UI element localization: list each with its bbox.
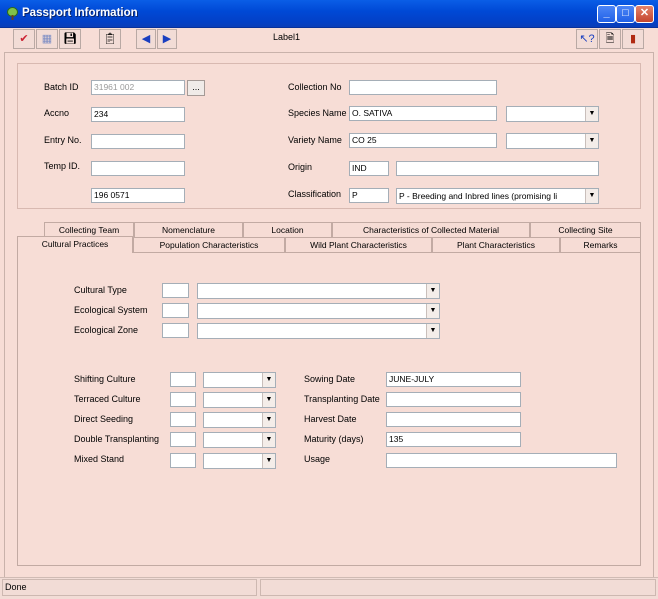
shifting-culture-code[interactable] bbox=[170, 372, 196, 387]
ecological-zone-label: Ecological Zone bbox=[74, 325, 139, 335]
shifting-culture-select[interactable]: ▼ bbox=[203, 372, 276, 388]
entry-no-input[interactable] bbox=[91, 134, 185, 149]
classification-code-input[interactable]: P bbox=[349, 188, 389, 203]
terraced-culture-label: Terraced Culture bbox=[74, 394, 141, 404]
chevron-down-icon[interactable]: ▼ bbox=[585, 134, 598, 148]
double-transplanting-label: Double Transplanting bbox=[74, 434, 160, 444]
ecological-zone-select[interactable]: ▼ bbox=[197, 323, 440, 339]
tab-remarks[interactable]: Remarks bbox=[560, 237, 641, 252]
chevron-down-icon[interactable]: ▼ bbox=[262, 413, 275, 427]
chevron-down-icon[interactable]: ▼ bbox=[262, 454, 275, 468]
usage-label: Usage bbox=[304, 454, 331, 464]
species-select[interactable]: ▼ bbox=[506, 106, 599, 122]
next-arrow-icon[interactable]: ▶ bbox=[157, 29, 177, 49]
document-icon[interactable]: 🗎︎ bbox=[599, 29, 621, 49]
variety-select[interactable]: ▼ bbox=[506, 133, 599, 149]
tab-wild-plant-characteristics[interactable]: Wild Plant Characteristics bbox=[285, 237, 432, 252]
batch-id-label: Batch ID bbox=[44, 82, 79, 92]
ecological-zone-code[interactable] bbox=[162, 323, 189, 338]
help-pointer-icon[interactable]: ↖? bbox=[576, 29, 598, 49]
mixed-stand-label: Mixed Stand bbox=[74, 454, 125, 464]
cultural-type-code[interactable] bbox=[162, 283, 189, 298]
variety-name-label: Variety Name bbox=[288, 135, 342, 145]
entry-no-label: Entry No. bbox=[44, 135, 82, 145]
status-text: Done bbox=[2, 579, 257, 596]
chevron-down-icon[interactable]: ▼ bbox=[585, 107, 598, 121]
double-transplanting-select[interactable]: ▼ bbox=[203, 432, 276, 448]
classification-select[interactable]: P - Breeding and Inbred lines (promising… bbox=[396, 188, 599, 204]
harvest-date-input[interactable] bbox=[386, 412, 521, 427]
chevron-down-icon[interactable]: ▼ bbox=[262, 393, 275, 407]
chevron-down-icon[interactable]: ▼ bbox=[585, 189, 598, 203]
variety-name-input[interactable]: CO 25 bbox=[349, 133, 497, 148]
usage-input[interactable] bbox=[386, 453, 617, 468]
check-icon[interactable]: ✔ bbox=[13, 29, 35, 49]
species-name-label: Species Name bbox=[288, 108, 347, 118]
exit-door-icon[interactable]: ▮ bbox=[622, 29, 644, 49]
direct-seeding-label: Direct Seeding bbox=[74, 414, 134, 424]
origin-name-input[interactable] bbox=[396, 161, 599, 176]
batch-browse-button[interactable]: ... bbox=[187, 80, 205, 96]
direct-seeding-code[interactable] bbox=[170, 412, 196, 427]
chevron-down-icon[interactable]: ▼ bbox=[262, 373, 275, 387]
tab-plant-characteristics[interactable]: Plant Characteristics bbox=[432, 237, 560, 252]
save-icon[interactable]: 💾︎ bbox=[59, 29, 81, 49]
prev-arrow-icon[interactable]: ◀ bbox=[136, 29, 156, 49]
minimize-button[interactable]: _ bbox=[597, 5, 616, 23]
transplanting-date-input[interactable] bbox=[386, 392, 521, 407]
toolbar-label: Label1 bbox=[273, 32, 301, 42]
sowing-date-label: Sowing Date bbox=[304, 374, 356, 384]
grid-icon[interactable]: ▦ bbox=[36, 29, 58, 49]
direct-seeding-select[interactable]: ▼ bbox=[203, 412, 276, 428]
shifting-culture-label: Shifting Culture bbox=[74, 374, 136, 384]
classification-label: Classification bbox=[288, 189, 342, 199]
extra-id-input[interactable]: 196 0571 bbox=[91, 188, 185, 203]
species-name-input[interactable]: O. SATIVA bbox=[349, 106, 497, 121]
maturity-days-input[interactable]: 135 bbox=[386, 432, 521, 447]
origin-label: Origin bbox=[288, 162, 313, 172]
maturity-days-label: Maturity (days) bbox=[304, 434, 364, 444]
ecological-system-select[interactable]: ▼ bbox=[197, 303, 440, 319]
terraced-culture-select[interactable]: ▼ bbox=[203, 392, 276, 408]
accno-input[interactable]: 234 bbox=[91, 107, 185, 122]
tab-collecting-team[interactable]: Collecting Team bbox=[44, 222, 134, 237]
tab-cultural-practices[interactable]: Cultural Practices bbox=[17, 236, 133, 253]
chevron-down-icon[interactable]: ▼ bbox=[426, 304, 439, 318]
window-title: Passport Information bbox=[22, 7, 138, 19]
close-button[interactable]: ✕ bbox=[635, 5, 654, 23]
status-panel-2 bbox=[260, 579, 656, 596]
classification-select-value: P - Breeding and Inbred lines (promising… bbox=[399, 191, 558, 201]
ecological-system-code[interactable] bbox=[162, 303, 189, 318]
clipboard-icon[interactable]: 📋︎ bbox=[99, 29, 121, 49]
collection-no-input[interactable] bbox=[349, 80, 497, 95]
chevron-down-icon[interactable]: ▼ bbox=[426, 324, 439, 338]
tab-population-characteristics[interactable]: Population Characteristics bbox=[133, 237, 285, 252]
maximize-button[interactable]: □ bbox=[616, 5, 635, 23]
accno-label: Accno bbox=[44, 108, 70, 118]
tab-nomenclature[interactable]: Nomenclature bbox=[134, 222, 243, 237]
cultural-type-select[interactable]: ▼ bbox=[197, 283, 440, 299]
tab-location[interactable]: Location bbox=[243, 222, 332, 237]
cultural-practices-panel bbox=[17, 252, 641, 566]
collection-no-label: Collection No bbox=[288, 82, 342, 92]
harvest-date-label: Harvest Date bbox=[304, 414, 357, 424]
temp-id-input[interactable] bbox=[91, 161, 185, 176]
tab-collecting-site[interactable]: Collecting Site bbox=[530, 222, 641, 237]
ecological-system-label: Ecological System bbox=[74, 305, 148, 315]
batch-id-input[interactable]: 31961 002 bbox=[91, 80, 185, 95]
mixed-stand-select[interactable]: ▼ bbox=[203, 453, 276, 469]
temp-id-label: Temp ID. bbox=[44, 161, 81, 171]
origin-code-input[interactable]: IND bbox=[349, 161, 389, 176]
terraced-culture-code[interactable] bbox=[170, 392, 196, 407]
cultural-type-label: Cultural Type bbox=[74, 285, 127, 295]
chevron-down-icon[interactable]: ▼ bbox=[426, 284, 439, 298]
mixed-stand-code[interactable] bbox=[170, 453, 196, 468]
chevron-down-icon[interactable]: ▼ bbox=[262, 433, 275, 447]
double-transplanting-code[interactable] bbox=[170, 432, 196, 447]
transplanting-date-label: Transplanting Date bbox=[304, 394, 380, 404]
sowing-date-input[interactable]: JUNE-JULY bbox=[386, 372, 521, 387]
tab-characteristics-collected-material[interactable]: Characteristics of Collected Material bbox=[332, 222, 530, 237]
app-plant-icon bbox=[7, 7, 18, 20]
